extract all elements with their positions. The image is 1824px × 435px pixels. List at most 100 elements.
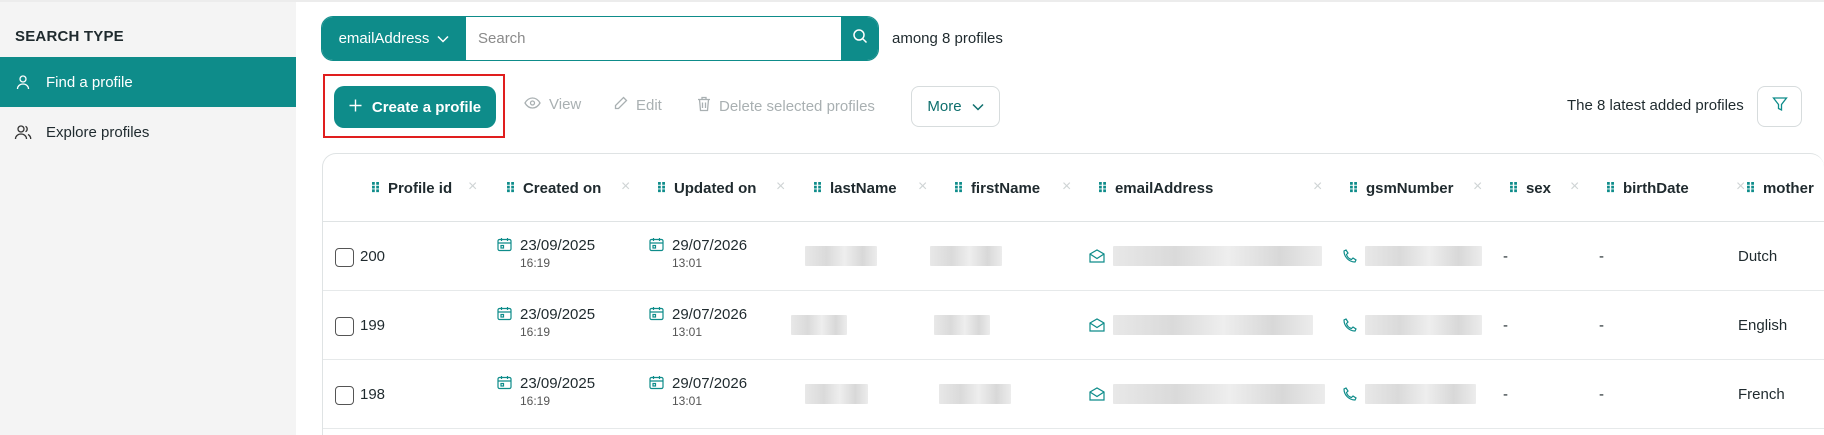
created-date: 23/09/2025 [520, 375, 596, 392]
filter-button[interactable] [1757, 86, 1802, 127]
table-header: ⠿ Profile id × ⠿ Created on × ⠿ Updated on … [323, 154, 1824, 222]
pencil-icon [614, 96, 628, 114]
created-on-cell: 23/09/2025 16:19 [497, 375, 595, 409]
calendar-icon [497, 237, 512, 271]
redacted-lastname [791, 315, 847, 335]
updated-time: 13:01 [672, 256, 703, 270]
close-icon[interactable]: × [1473, 178, 1482, 196]
column-header-mother[interactable]: ⠿ mother [1745, 180, 1814, 197]
sidebar-item-explore-profiles[interactable]: Explore profiles [0, 107, 296, 157]
row-checkbox[interactable] [335, 317, 354, 336]
drag-handle-icon[interactable]: ⠿ [505, 180, 516, 197]
search-type-dropdown[interactable]: emailAddress [322, 17, 466, 60]
drag-handle-icon[interactable]: ⠿ [1508, 180, 1519, 197]
close-icon[interactable]: × [1570, 178, 1579, 196]
delete-selected-button[interactable]: Delete selected profiles [697, 96, 875, 116]
column-header-created-on[interactable]: ⠿ Created on [505, 180, 601, 197]
profiles-table: ⠿ Profile id × ⠿ Created on × ⠿ Updated on … [322, 153, 1824, 435]
envelope-icon [1089, 249, 1105, 268]
search-input[interactable] [466, 17, 841, 60]
column-header-email-address[interactable]: ⠿ emailAddress [1097, 180, 1213, 197]
row-checkbox[interactable] [335, 248, 354, 267]
sex-cell: - [1503, 248, 1508, 265]
column-header-sex[interactable]: ⠿ sex [1508, 180, 1551, 197]
drag-handle-icon[interactable]: ⠿ [1745, 180, 1756, 197]
chevron-down-icon [437, 30, 449, 47]
sidebar-title: SEARCH TYPE [15, 28, 124, 45]
drag-handle-icon[interactable]: ⠿ [953, 180, 964, 197]
redacted-lastname [805, 384, 868, 404]
calendar-icon [649, 306, 664, 340]
close-icon[interactable]: × [621, 178, 630, 196]
phone-icon [1343, 387, 1357, 406]
column-header-profile-id[interactable]: ⠿ Profile id [370, 180, 452, 197]
column-header-firstname[interactable]: ⠿ firstName [953, 180, 1040, 197]
drag-handle-icon[interactable]: ⠿ [656, 180, 667, 197]
create-profile-button[interactable]: Create a profile [334, 86, 496, 128]
redacted-firstname [934, 315, 990, 335]
sidebar-item-find-profile[interactable]: Find a profile [0, 57, 296, 107]
calendar-icon [497, 375, 512, 409]
created-time: 16:19 [520, 256, 551, 270]
close-icon[interactable]: × [468, 178, 477, 196]
envelope-icon [1089, 387, 1105, 406]
sidebar: SEARCH TYPE Find a profile Explore profi… [0, 2, 296, 435]
drag-handle-icon[interactable]: ⠿ [1348, 180, 1359, 197]
column-header-birthdate[interactable]: ⠿ birthDate [1605, 180, 1689, 197]
column-header-lastname[interactable]: ⠿ lastName [812, 180, 897, 197]
updated-on-cell: 29/07/2026 13:01 [649, 375, 747, 409]
app-window: SEARCH TYPE Find a profile Explore profi… [0, 0, 1824, 435]
drag-handle-icon[interactable]: ⠿ [370, 180, 381, 197]
filter-icon [1771, 96, 1788, 117]
redacted-lastname [805, 246, 877, 266]
column-header-gsm-number[interactable]: ⠿ gsmNumber [1348, 180, 1453, 197]
table-row[interactable]: 199 23/09/2025 16:19 29/07/2026 13:01 - - … [323, 291, 1824, 360]
chevron-down-icon [972, 98, 984, 115]
drag-handle-icon[interactable]: ⠿ [1097, 180, 1108, 197]
updated-date: 29/07/2026 [672, 306, 748, 323]
close-icon[interactable]: × [1062, 178, 1071, 196]
close-icon[interactable]: × [1313, 178, 1322, 196]
updated-date: 29/07/2026 [672, 375, 748, 392]
drag-handle-icon[interactable]: ⠿ [1605, 180, 1616, 197]
created-time: 16:19 [520, 325, 551, 339]
profile-id: 200 [360, 248, 386, 265]
more-dropdown-button[interactable]: More [911, 86, 1000, 127]
close-icon[interactable]: × [776, 178, 785, 196]
view-button[interactable]: View [524, 96, 581, 113]
redacted-gsm [1365, 315, 1482, 335]
redacted-firstname [939, 384, 1011, 404]
row-checkbox[interactable] [335, 386, 354, 405]
updated-time: 13:01 [672, 394, 703, 408]
search-bar: emailAddress [321, 16, 879, 61]
calendar-icon [497, 306, 512, 340]
close-icon[interactable]: × [918, 178, 927, 196]
redacted-email [1113, 246, 1322, 266]
column-header-updated-on[interactable]: ⠿ Updated on [656, 180, 756, 197]
profile-id: 198 [360, 386, 386, 403]
drag-handle-icon[interactable]: ⠿ [812, 180, 823, 197]
envelope-icon [1089, 318, 1105, 337]
search-type-label: emailAddress [338, 30, 430, 47]
trash-icon [697, 96, 711, 116]
updated-on-cell: 29/07/2026 13:01 [649, 306, 747, 340]
more-label: More [927, 98, 962, 115]
edit-button[interactable]: Edit [614, 96, 662, 114]
search-icon [852, 28, 868, 49]
updated-date: 29/07/2026 [672, 237, 748, 254]
view-label: View [549, 96, 582, 113]
redacted-gsm [1365, 246, 1482, 266]
redacted-gsm [1365, 384, 1476, 404]
mother-tongue-cell: Dutch [1738, 248, 1778, 265]
plus-icon [349, 99, 362, 116]
redacted-email [1113, 315, 1313, 335]
latest-profiles-text: The 8 latest added profiles [1567, 97, 1744, 114]
close-icon[interactable]: × [1736, 178, 1745, 196]
table-row[interactable]: 200 23/09/2025 16:19 29/07/2026 13:01 - - … [323, 222, 1824, 291]
table-row[interactable]: 198 23/09/2025 16:19 29/07/2026 13:01 - - … [323, 360, 1824, 429]
calendar-icon [649, 237, 664, 271]
phone-icon [1343, 249, 1357, 268]
search-button[interactable] [841, 17, 878, 60]
calendar-icon [649, 375, 664, 409]
birthdate-cell: - [1599, 386, 1604, 403]
